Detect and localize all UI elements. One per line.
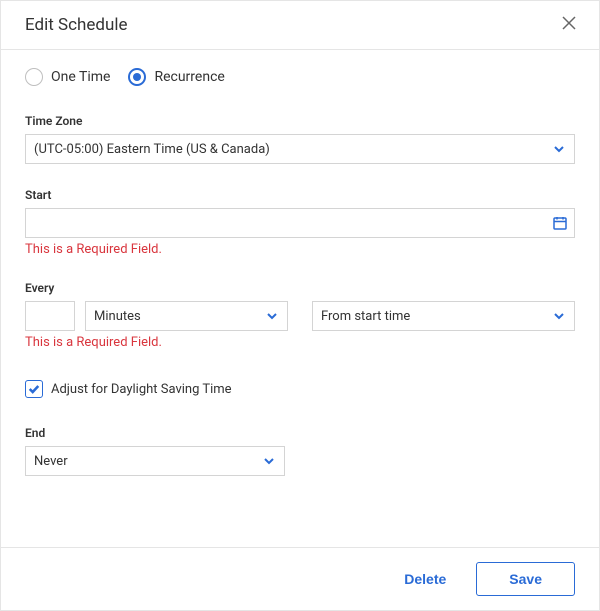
edit-schedule-dialog: Edit Schedule One Time Recurrence Time Z… <box>0 0 600 611</box>
radio-one-time-label: One Time <box>51 69 110 85</box>
every-from-select[interactable]: From start time <box>312 301 575 331</box>
dst-label: Adjust for Daylight Saving Time <box>51 382 232 397</box>
timezone-value: (UTC-05:00) Eastern Time (US & Canada) <box>34 142 552 157</box>
close-button[interactable] <box>559 15 579 35</box>
timezone-label: Time Zone <box>25 114 575 128</box>
start-date-input[interactable] <box>25 208 575 238</box>
every-error: This is a Required Field. <box>25 335 575 350</box>
every-amount-input[interactable] <box>25 301 75 331</box>
chevron-down-icon <box>552 309 566 323</box>
delete-button[interactable]: Delete <box>398 570 452 588</box>
radio-recurrence-label: Recurrence <box>154 69 224 85</box>
chevron-down-icon <box>262 454 276 468</box>
radio-one-time[interactable] <box>25 68 43 86</box>
end-field: End Never <box>25 426 575 476</box>
start-label: Start <box>25 188 575 202</box>
end-label: End <box>25 426 575 440</box>
dst-checkbox[interactable] <box>25 380 43 398</box>
schedule-type-group: One Time Recurrence <box>25 68 575 86</box>
dst-row: Adjust for Daylight Saving Time <box>25 380 575 398</box>
end-select[interactable]: Never <box>25 446 285 476</box>
end-value: Never <box>34 454 262 469</box>
start-error: This is a Required Field. <box>25 242 575 257</box>
every-unit-value: Minutes <box>94 309 265 324</box>
start-date-value <box>34 209 552 237</box>
dialog-header: Edit Schedule <box>1 1 599 50</box>
chevron-down-icon <box>265 309 279 323</box>
dialog-footer: Delete Save <box>1 547 599 610</box>
timezone-field: Time Zone (UTC-05:00) Eastern Time (US &… <box>25 114 575 164</box>
dialog-body: One Time Recurrence Time Zone (UTC-05:00… <box>1 50 599 547</box>
every-from-value: From start time <box>321 309 552 324</box>
every-label: Every <box>25 281 575 295</box>
every-unit-select[interactable]: Minutes <box>85 301 288 331</box>
dialog-title: Edit Schedule <box>25 15 127 35</box>
every-field: Every Minutes From start time <box>25 281 575 350</box>
radio-recurrence[interactable] <box>128 68 146 86</box>
close-icon <box>562 16 576 34</box>
timezone-select[interactable]: (UTC-05:00) Eastern Time (US & Canada) <box>25 134 575 164</box>
calendar-icon[interactable] <box>552 215 568 231</box>
save-button[interactable]: Save <box>476 562 575 596</box>
start-field: Start This is a Required Field. <box>25 188 575 257</box>
chevron-down-icon <box>552 142 566 156</box>
